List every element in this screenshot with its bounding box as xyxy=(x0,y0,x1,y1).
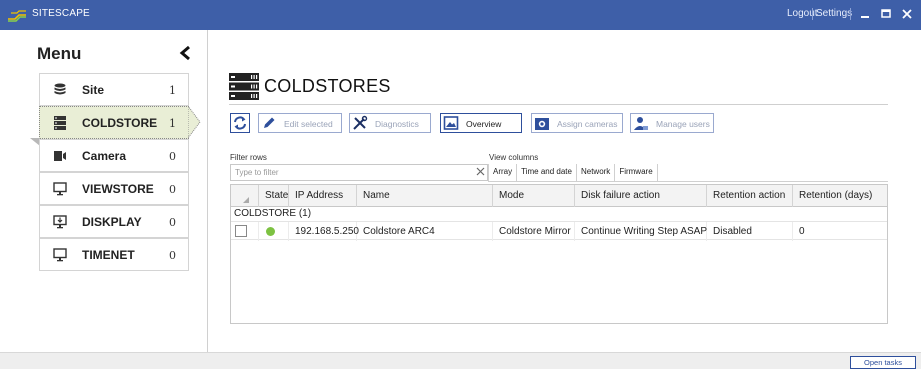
column-header-retention-action[interactable]: Retention action xyxy=(707,185,793,207)
state-cell xyxy=(231,222,289,241)
sidebar-item-timenet[interactable]: TIMENET 0 xyxy=(39,238,189,271)
sidebar-item-coldstore[interactable]: COLDSTORE 1 xyxy=(39,106,189,139)
camera-icon xyxy=(535,118,549,130)
sidebar-item-count: 1 xyxy=(169,84,176,97)
sidebar-item-count: 0 xyxy=(169,216,176,229)
sidebar-item-count: 0 xyxy=(169,150,176,163)
sidebar-item-viewstore[interactable]: VIEWSTORE 0 xyxy=(39,172,189,205)
server-rack-icon xyxy=(54,116,66,130)
filter-rows-label: Filter rows xyxy=(230,153,267,162)
table-row[interactable]: 192.168.5.250 Coldstore ARC4 Coldstore M… xyxy=(231,221,887,241)
title-divider xyxy=(229,104,888,105)
status-bar xyxy=(0,352,921,369)
sidebar-item-label: COLDSTORE xyxy=(82,116,158,130)
sidebar-item-camera[interactable]: Camera 0 xyxy=(39,139,189,172)
sidebar-item-count: 1 xyxy=(169,117,176,130)
edit-selected-button[interactable]: Edit selected xyxy=(258,113,342,133)
titlebar-separator xyxy=(850,8,851,20)
maximize-icon[interactable] xyxy=(878,6,894,22)
cell-retention-days: 0 xyxy=(799,226,805,237)
sidebar-item-count: 0 xyxy=(169,249,176,262)
menu-title: Menu xyxy=(37,44,82,63)
sidebar-item-label: DISKPLAY xyxy=(82,215,142,229)
cell-name: Coldstore ARC4 xyxy=(357,222,493,241)
sort-corner-icon xyxy=(243,197,249,203)
video-camera-icon xyxy=(54,151,66,161)
cell-ip-address: 192.168.5.250 xyxy=(289,222,359,241)
manage-users-label: Manage users xyxy=(656,119,710,129)
sidebar-item-label: Site xyxy=(82,83,105,97)
column-header-state[interactable]: State xyxy=(259,185,289,207)
filter-input[interactable]: Type to filter xyxy=(230,164,488,181)
view-columns-label: View columns xyxy=(489,153,539,162)
close-icon[interactable] xyxy=(899,6,915,22)
column-header-ip-address[interactable]: IP Address xyxy=(289,185,357,207)
sidebar-item-label: TIMENET xyxy=(82,248,135,262)
viewcol-tab-array[interactable]: Array xyxy=(488,164,518,181)
diagnostics-label: Diagnostics xyxy=(375,119,419,129)
select-all-column[interactable] xyxy=(231,185,259,207)
clear-icon[interactable] xyxy=(475,166,486,177)
page-title: COLDSTORES xyxy=(264,76,391,96)
server-rack-icon xyxy=(229,73,259,100)
sidebar-item-label: VIEWSTORE xyxy=(82,182,154,196)
active-item-arrow xyxy=(188,106,201,138)
cell-disk-failure-action: Continue Writing Step ASAP xyxy=(575,222,707,241)
manage-users-button[interactable]: Manage users xyxy=(630,113,714,133)
display-download-icon xyxy=(53,215,67,229)
status-dot-icon xyxy=(266,227,275,236)
sitescape-logo-icon xyxy=(8,10,26,22)
refresh-icon xyxy=(234,116,246,130)
pencil-icon xyxy=(264,117,275,128)
refresh-button[interactable] xyxy=(230,113,250,133)
database-icon xyxy=(54,83,66,95)
minimize-icon[interactable] xyxy=(857,6,873,22)
monitor-icon xyxy=(53,182,67,196)
cell-mode: Coldstore Mirror xyxy=(493,222,575,241)
open-tasks-button[interactable]: Open tasks xyxy=(850,356,916,369)
settings-link[interactable]: Settings xyxy=(816,8,852,19)
coldstore-table: State IP Address Name Mode Disk failure … xyxy=(230,184,888,324)
sidebar-item-site[interactable]: Site 1 xyxy=(39,73,189,106)
column-header-mode[interactable]: Mode xyxy=(493,185,575,207)
view-columns-divider xyxy=(488,181,888,182)
view-columns-tabs: Array Time and date Network Firmware xyxy=(488,164,658,181)
edit-selected-label: Edit selected xyxy=(284,119,333,129)
sidebar-item-diskplay[interactable]: DISKPLAY 0 xyxy=(39,205,189,238)
group-header-coldstore[interactable]: COLDSTORE (1) xyxy=(231,207,311,221)
user-icon xyxy=(634,117,648,130)
logout-link[interactable]: Logout xyxy=(787,8,818,19)
title-bar: SITESCAPE Logout Settings xyxy=(0,0,921,30)
sidebar-item-label: Camera xyxy=(82,149,127,163)
cell-retention-action: Disabled xyxy=(707,222,793,241)
column-header-retention-days[interactable]: Retention (days) xyxy=(793,185,887,207)
column-header-disk-failure-action[interactable]: Disk failure action xyxy=(575,185,707,207)
sidebar-item-count: 0 xyxy=(169,183,176,196)
diagnostics-button[interactable]: Diagnostics xyxy=(349,113,431,133)
monitor-icon xyxy=(53,248,67,262)
chevron-left-icon[interactable] xyxy=(178,45,192,61)
sidebar-divider xyxy=(207,30,208,352)
table-header: State IP Address Name Mode Disk failure … xyxy=(231,185,887,207)
overview-label: Overview xyxy=(466,119,502,129)
tools-icon xyxy=(353,115,368,130)
assign-cameras-label: Assign cameras xyxy=(557,119,618,129)
picture-icon xyxy=(443,116,459,130)
column-header-name[interactable]: Name xyxy=(357,185,493,207)
viewcol-tab-firmware[interactable]: Firmware xyxy=(615,164,658,181)
viewcol-tab-network[interactable]: Network xyxy=(577,164,616,181)
app-title: SITESCAPE xyxy=(32,8,90,19)
assign-cameras-button[interactable]: Assign cameras xyxy=(531,113,623,133)
overview-button[interactable]: Overview xyxy=(440,113,522,133)
titlebar-separator xyxy=(812,8,813,20)
viewcol-tab-time-and-date[interactable]: Time and date xyxy=(517,164,577,181)
